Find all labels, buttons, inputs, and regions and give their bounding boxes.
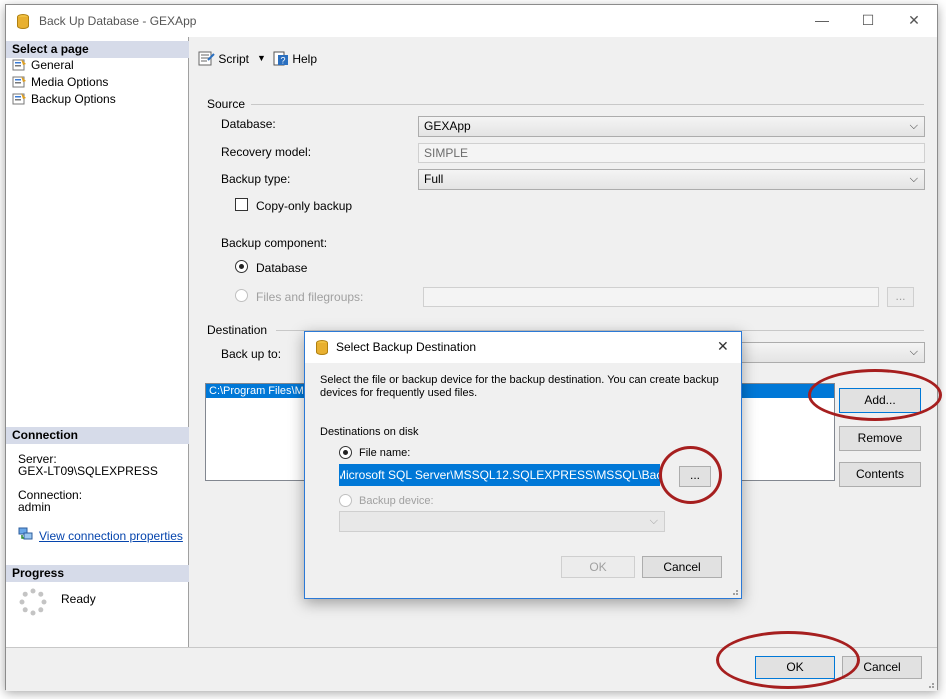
file-name-radio[interactable] [339,446,352,459]
component-files-label: Files and filegroups: [256,290,364,304]
sidebar-item-general[interactable]: General [12,57,74,73]
chevron-down-icon: ⌵ [909,173,918,185]
backup-type-label: Backup type: [221,172,291,186]
component-database-label: Database [256,261,308,275]
source-separator [251,104,924,105]
database-icon [17,14,29,29]
script-dropdown-icon[interactable]: ▼ [257,53,266,63]
dialog-close-button[interactable]: ✕ [717,338,729,355]
backup-device-radio[interactable] [339,494,352,507]
database-value: GEXApp [424,119,471,133]
ok-button[interactable]: OK [755,656,835,679]
script-label: Script [218,52,250,66]
copy-only-checkbox[interactable] [235,198,248,211]
resize-grip-icon[interactable] [729,586,739,596]
sidebar: Select a page General Media Options Back… [6,37,189,647]
progress-header: Progress [6,565,189,582]
contents-button[interactable]: Contents [839,462,921,487]
progress-status: Ready [61,592,96,606]
file-browse-button[interactable]: ... [679,466,711,487]
sidebar-item-backup-options[interactable]: Backup Options [12,91,116,107]
connection-header: Connection [6,427,189,444]
server-value: GEX-LT09\SQLEXPRESS [18,464,158,478]
file-name-label: File name: [359,447,411,459]
help-button[interactable]: ? Help [273,51,317,66]
backup-type-value: Full [424,172,444,186]
dialog-description: Select the file or backup device for the… [320,374,719,399]
database-label: Database: [221,117,276,131]
connection-value: admin [18,500,51,514]
minimize-button[interactable]: — [799,5,845,35]
chevron-down-icon: ⌵ [649,515,658,527]
cancel-button[interactable]: Cancel [842,656,922,679]
database-select[interactable]: GEXApp ⌵ [418,116,925,137]
component-database-radio[interactable] [235,260,248,273]
svg-text:?: ? [280,56,285,66]
source-group-label: Source [207,97,246,111]
view-connection-properties-link[interactable]: View connection properties [39,530,183,542]
dialog-title-bar: Select Backup Destination ✕ [305,332,741,363]
list-item-text: C:\Program Files\Mi [209,385,307,397]
resize-grip-icon[interactable] [925,679,935,689]
connection-properties-icon [18,527,33,540]
sidebar-item-label: General [31,58,74,72]
file-name-value: Microsoft SQL Server\MSSQL12.SQLEXPRESS\… [340,465,659,485]
help-icon: ? [273,51,288,66]
maximize-button[interactable]: ☐ [845,5,891,35]
sidebar-item-media-options[interactable]: Media Options [12,74,108,90]
dialog-cancel-button[interactable]: Cancel [642,556,722,578]
help-label: Help [292,52,318,66]
component-files-radio[interactable] [235,289,248,302]
file-name-input[interactable]: Microsoft SQL Server\MSSQL12.SQLEXPRESS\… [339,464,660,486]
destination-group-label: Destination [207,323,268,337]
destinations-on-disk-label: Destinations on disk [320,426,419,438]
script-icon [198,51,215,66]
remove-button[interactable]: Remove [839,426,921,451]
dialog-ok-button[interactable]: OK [561,556,635,578]
backup-device-select[interactable]: ⌵ [339,511,665,532]
filegroups-field [423,287,879,307]
footer-bar: OK Cancel [6,647,937,691]
select-page-header: Select a page [6,41,189,58]
sidebar-item-label: Media Options [31,75,109,89]
back-up-to-label: Back up to: [221,347,282,361]
backup-type-select[interactable]: Full ⌵ [418,169,925,190]
page-icon [12,76,26,88]
window-title: Back Up Database - GEXApp [39,14,197,28]
close-button[interactable]: ✕ [891,5,937,35]
recovery-model-field: SIMPLE [418,143,925,163]
script-button[interactable]: Script [198,51,249,66]
progress-spinner-icon [19,588,47,616]
dialog-title: Select Backup Destination [336,340,477,354]
filegroups-browse-button[interactable]: ... [887,287,914,307]
recovery-model-label: Recovery model: [221,145,312,159]
page-icon [12,59,26,71]
backup-component-label: Backup component: [221,236,328,250]
backup-device-label: Backup device: [359,495,434,507]
chevron-down-icon: ⌵ [909,120,918,132]
add-button[interactable]: Add... [839,388,921,413]
copy-only-label: Copy-only backup [256,199,353,213]
database-icon [316,340,328,355]
page-icon [12,93,26,105]
title-bar: Back Up Database - GEXApp — ☐ ✕ [6,5,937,37]
chevron-down-icon: ⌵ [909,346,918,358]
sidebar-item-label: Backup Options [31,92,116,106]
select-backup-destination-dialog: Select Backup Destination ✕ Select the f… [304,331,742,599]
